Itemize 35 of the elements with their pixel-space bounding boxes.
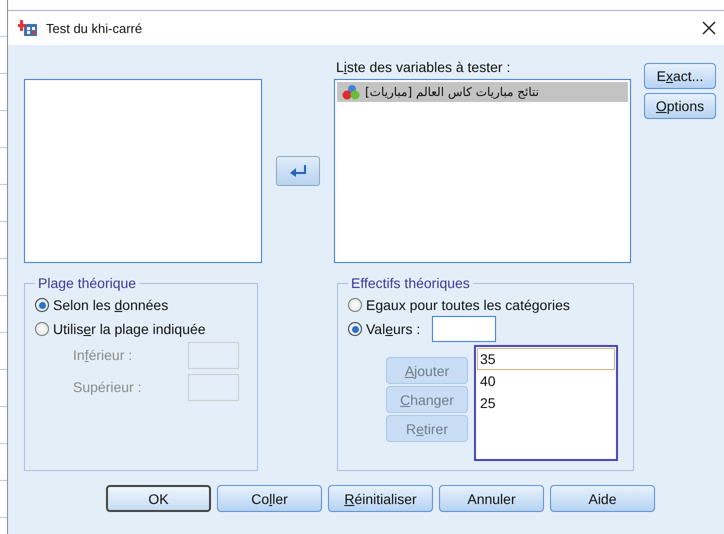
- arrow-icon: [289, 164, 307, 178]
- dialog-button[interactable]: Options: [644, 93, 716, 119]
- nominal-variable-icon: [341, 84, 361, 100]
- group-title: Effectifs théoriques: [350, 275, 471, 291]
- group-title: Plage théorique: [37, 275, 138, 291]
- dialog-button[interactable]: Aide: [550, 485, 655, 512]
- input-field[interactable]: [432, 316, 496, 342]
- close-icon[interactable]: [702, 21, 716, 35]
- radio-label: Egaux pour toutes les catégories: [366, 297, 570, 313]
- variable-item[interactable]: نتائج مباريات كاس العالم [مباريات]: [337, 82, 628, 102]
- radio-button[interactable]: [35, 298, 49, 312]
- radio-button[interactable]: [348, 298, 362, 312]
- app-icon: [18, 19, 38, 37]
- dialog-button[interactable]: Coller: [217, 485, 322, 512]
- field-label: Supérieur :: [73, 379, 142, 395]
- list-item[interactable]: 40: [477, 370, 615, 392]
- list-item[interactable]: 35: [477, 348, 615, 370]
- field-label: Inférieur :: [73, 347, 132, 363]
- input-field[interactable]: [188, 342, 239, 368]
- radio-label: Valeurs :: [366, 321, 420, 337]
- move-button[interactable]: [276, 156, 320, 186]
- dialog-button[interactable]: Annuler: [439, 485, 544, 512]
- list-label: Liste des variables à tester :: [336, 59, 512, 75]
- radio-label: Utiliser la plage indiquée: [53, 321, 206, 337]
- radio-button[interactable]: [348, 322, 362, 336]
- list-item[interactable]: 25: [477, 392, 615, 414]
- radio-button[interactable]: [35, 322, 49, 336]
- input-field[interactable]: [188, 374, 239, 400]
- dialog-button[interactable]: OK: [106, 485, 211, 512]
- dialog-button[interactable]: Exact...: [644, 63, 716, 89]
- radio-label: Selon les données: [53, 297, 168, 313]
- dialog-button[interactable]: Réinitialiser: [328, 485, 433, 512]
- values-list[interactable]: 35 40 25: [474, 345, 618, 461]
- window-title: Test du khi-carré: [46, 20, 144, 36]
- test-variable-list[interactable]: نتائج مباريات كاس العالم [مباريات]: [334, 79, 631, 263]
